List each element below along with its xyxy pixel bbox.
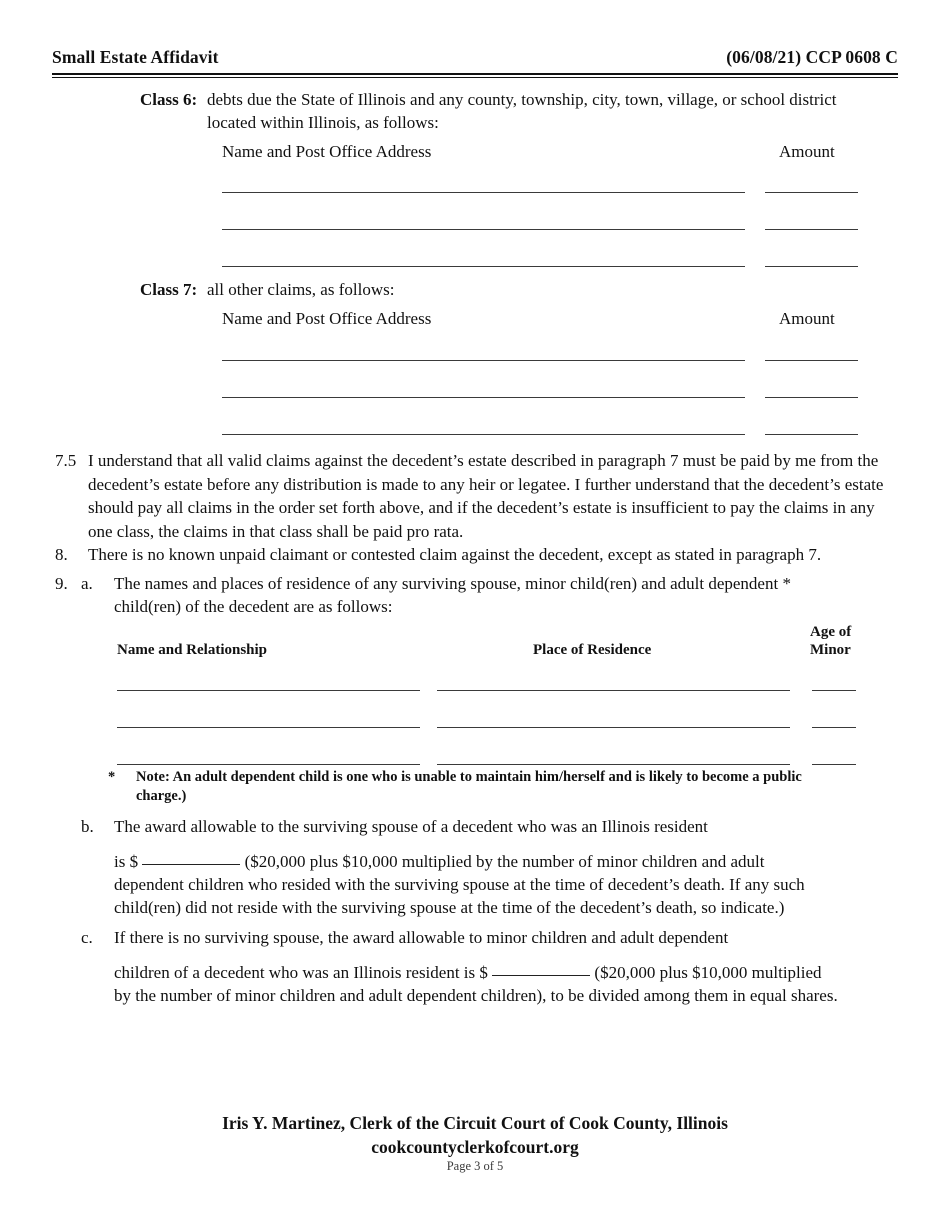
header-divider-thin [52, 77, 898, 78]
item-9a-age-line-1[interactable] [812, 690, 856, 691]
footer-clerk-line: Iris Y. Martinez, Clerk of the Circuit C… [222, 1113, 728, 1133]
note-line-2: charge.) [136, 788, 187, 804]
class-6-name-line-3[interactable] [222, 266, 745, 267]
item-9a-name-line-1[interactable] [117, 690, 420, 691]
class-6-block: Class 6: debts due the State of Illinois… [140, 88, 900, 134]
class-7-name-line-2[interactable] [222, 397, 745, 398]
class-7-amount-line-1[interactable] [765, 360, 858, 361]
item-9a-line-1: The names and places of residence of any… [114, 574, 791, 593]
class-7-amount-header: Amount [779, 309, 835, 328]
class-6-name-line-2[interactable] [222, 229, 745, 230]
adult-dependent-note: * Note: An adult dependent child is one … [108, 768, 898, 787]
note-asterisk: * [108, 769, 116, 785]
class-6-amount-line-1[interactable] [765, 192, 858, 193]
paragraph-8-number: 8. [55, 545, 68, 564]
item-9a-residence-line-2[interactable] [437, 727, 790, 728]
item-9a-line-2: child(ren) of the decedent are as follow… [114, 597, 393, 616]
page-header: Small Estate Affidavit (06/08/21) CCP 06… [52, 47, 898, 68]
item-9c-line-2-suffix: ($20,000 plus $10,000 multiplied [594, 963, 822, 982]
item-9c: c. If there is no surviving spouse, the … [81, 926, 898, 950]
header-title: Small Estate Affidavit [52, 47, 219, 67]
class-7-text: all other claims, as follows: [207, 280, 395, 299]
item-9a-name-line-2[interactable] [117, 727, 420, 728]
class-6-text-continued: located within Illinois, as follows: [207, 113, 439, 132]
header-divider-thick [52, 73, 898, 75]
class-6-name-line-1[interactable] [222, 192, 745, 193]
paragraph-8-text: There is no known unpaid claimant or con… [88, 545, 822, 564]
class-6-amount-line-2[interactable] [765, 229, 858, 230]
item-9b-line-3-wrap: dependent children who resided with the … [114, 873, 898, 897]
class-7-name-line-3[interactable] [222, 434, 745, 435]
item-9a-residence-line-3[interactable] [437, 764, 790, 765]
class-7-label: Class 7: [140, 280, 198, 299]
paragraph-9-number: 9. [55, 574, 68, 593]
item-9c-line-2-prefix: children of a decedent who was an Illino… [114, 963, 488, 982]
class-7-name-line-1[interactable] [222, 360, 745, 361]
footer-website: cookcountyclerkofcourt.org [371, 1137, 579, 1157]
class-7-amount-line-3[interactable] [765, 434, 858, 435]
table-header-place-of-residence: Place of Residence [533, 642, 652, 658]
item-9b-line-2-wrap: is $ ($20,000 plus $10,000 multiplied by… [114, 850, 898, 874]
note-line-2-wrap: charge.) [136, 787, 898, 806]
spouse-award-amount-blank[interactable] [142, 864, 241, 865]
class-6-text: debts due the State of Illinois and any … [207, 90, 837, 109]
document-page: Small Estate Affidavit (06/08/21) CCP 06… [0, 0, 950, 1230]
paragraph-7-5-number: 7.5 [55, 451, 77, 470]
item-9b-line-1: The award allowable to the surviving spo… [114, 817, 708, 836]
item-9a-line-2-wrap: child(ren) of the decedent are as follow… [114, 595, 898, 619]
item-9a-age-line-3[interactable] [812, 764, 856, 765]
item-9b-line-2-suffix: ($20,000 plus $10,000 multiplied by the … [244, 852, 765, 871]
table-header-name-relationship: Name and Relationship [117, 642, 268, 658]
item-9a-age-line-2[interactable] [812, 727, 856, 728]
class-6-amount-header: Amount [779, 142, 835, 161]
class-7-amount-line-2[interactable] [765, 397, 858, 398]
class-6-name-header: Name and Post Office Address [222, 142, 432, 161]
item-9c-line-1: If there is no surviving spouse, the awa… [114, 928, 729, 947]
item-9b-line-4: child(ren) did not reside with the survi… [114, 898, 785, 917]
item-9a-marker: a. [81, 574, 93, 593]
class-7-heading: Class 7: all other claims, as follows: [140, 278, 900, 301]
item-9a-residence-line-1[interactable] [437, 690, 790, 691]
note-line-1: Note: An adult dependent child is one wh… [136, 769, 802, 785]
children-award-amount-blank[interactable] [492, 975, 591, 976]
item-9a: a. The names and places of residence of … [81, 572, 898, 596]
item-9b-line-2-prefix: is $ [114, 852, 139, 871]
header-form-code: (06/08/21) CCP 0608 C [726, 47, 898, 67]
class-6-heading: Class 6: debts due the State of Illinois… [140, 88, 900, 111]
table-header-age-of-minor-line-1: Age of [810, 624, 852, 640]
class-7-name-header: Name and Post Office Address [222, 309, 432, 328]
item-9c-line-3: by the number of minor children and adul… [114, 986, 838, 1005]
class-6-amount-line-3[interactable] [765, 266, 858, 267]
class-6-label: Class 6: [140, 90, 198, 109]
table-header-age-of-minor-line-2: Minor [810, 642, 851, 658]
footer-page-number: Page 3 of 5 [446, 1159, 504, 1173]
item-9b-marker: b. [81, 817, 94, 836]
paragraph-7-5-text: I understand that all valid claims again… [88, 451, 884, 541]
item-9c-line-2-wrap: children of a decedent who was an Illino… [114, 961, 914, 985]
paragraph-7-5: 7.5 I understand that all valid claims a… [55, 449, 898, 543]
item-9a-name-line-3[interactable] [117, 764, 420, 765]
paragraph-8: 8. There is no known unpaid claimant or … [55, 543, 898, 567]
class-7-block: Class 7: all other claims, as follows: [140, 278, 900, 301]
item-9c-line-3-wrap: by the number of minor children and adul… [114, 984, 914, 1008]
item-9c-marker: c. [81, 928, 93, 947]
item-9b: b. The award allowable to the surviving … [81, 815, 898, 839]
item-9b-line-4-wrap: child(ren) did not reside with the survi… [114, 896, 898, 920]
item-9b-line-3: dependent children who resided with the … [114, 875, 805, 894]
